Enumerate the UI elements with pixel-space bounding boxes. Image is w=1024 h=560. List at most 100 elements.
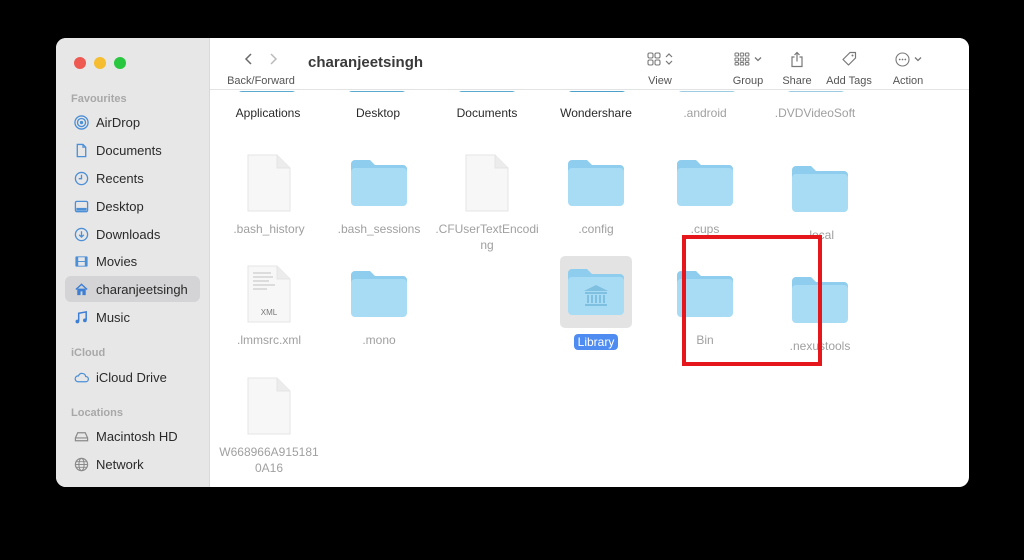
- file-name: .lmmsrc.xml: [237, 333, 301, 347]
- file-item-mono[interactable]: .mono: [324, 262, 434, 348]
- document-file-icon: [233, 374, 305, 438]
- sidebar-item-label: iCloud Drive: [96, 369, 167, 385]
- sidebar-item-movies[interactable]: Movies: [65, 248, 200, 274]
- document-file-icon: [451, 151, 523, 215]
- file-item-local[interactable]: .local: [765, 157, 875, 243]
- folder-icon: [784, 157, 856, 221]
- sidebar-item-label: Documents: [96, 142, 162, 158]
- minimize-button[interactable]: [94, 57, 106, 69]
- toolbar: Back/Forward charanjeetsingh View Group …: [210, 38, 969, 90]
- action-label: Action: [892, 75, 924, 87]
- airdrop-icon: [73, 114, 89, 130]
- folder-icon: [560, 151, 632, 215]
- group-grid-icon: [734, 52, 750, 66]
- sidebar-item-airdrop[interactable]: AirDrop: [65, 109, 200, 135]
- sidebar-item-label: Downloads: [96, 226, 161, 242]
- sidebar-item-label: AirDrop: [96, 114, 141, 130]
- folder-icon: [237, 91, 297, 92]
- folder-icon: [677, 91, 737, 92]
- back-forward-label: Back/Forward: [227, 75, 295, 87]
- share-button[interactable]: Share: [776, 38, 818, 90]
- file-item-dvdvideosoft[interactable]: .DVDVideoSoft: [760, 106, 870, 120]
- window-title: charanjeetsingh: [308, 54, 424, 71]
- grid-icon: [647, 52, 661, 66]
- folder-icon: [343, 151, 415, 215]
- download-icon: [73, 226, 89, 242]
- sidebar-item-label: charanjeetsingh: [96, 281, 188, 297]
- svg-text:XML: XML: [261, 308, 278, 317]
- chevron-right-icon[interactable]: [268, 52, 278, 66]
- sidebar-item-documents[interactable]: Documents: [65, 137, 200, 163]
- group-button[interactable]: Group: [728, 38, 768, 90]
- file-item-cfusertextencoding[interactable]: .CFUserTextEncoding: [432, 151, 542, 253]
- sidebar-item-downloads[interactable]: Downloads: [65, 221, 200, 247]
- add-tags-button[interactable]: Add Tags: [823, 38, 875, 90]
- file-item-cups[interactable]: .cups: [650, 151, 760, 237]
- traffic-lights: [74, 57, 126, 69]
- sidebar-section-icloud: iCloud: [71, 347, 106, 359]
- sidebar-item-macintosh-hd[interactable]: Macintosh HD: [65, 423, 200, 449]
- file-name: .config: [578, 222, 614, 236]
- sidebar-item-desktop[interactable]: Desktop: [65, 193, 200, 219]
- file-name: .mono: [362, 333, 396, 347]
- view-button[interactable]: View: [638, 38, 682, 90]
- file-name-selected: Library: [573, 334, 619, 350]
- film-icon: [73, 253, 89, 269]
- file-item-bash-history[interactable]: .bash_history: [214, 151, 324, 237]
- file-item-applications[interactable]: Applications: [213, 106, 323, 120]
- share-icon: [790, 51, 804, 68]
- file-name: W668966A9151810A16: [219, 445, 319, 475]
- folder-icon: [457, 91, 517, 92]
- sidebar-item-icloud-drive[interactable]: iCloud Drive: [65, 364, 200, 390]
- zoom-button[interactable]: [114, 57, 126, 69]
- file-item-lmmsrc-xml[interactable]: XML .lmmsrc.xml: [214, 262, 324, 348]
- file-grid: Applications Desktop Documents Wondersha…: [210, 91, 969, 487]
- close-button[interactable]: [74, 57, 86, 69]
- file-name: .bash_history: [233, 222, 305, 236]
- back-forward-control[interactable]: Back/Forward: [224, 38, 298, 90]
- document-file-icon: [233, 151, 305, 215]
- file-item-wondershare[interactable]: Wondershare: [541, 106, 651, 120]
- chevron-left-icon[interactable]: [244, 52, 254, 66]
- folder-icon: [786, 91, 846, 92]
- share-label: Share: [782, 75, 812, 87]
- home-icon: [73, 281, 89, 297]
- music-icon: [73, 309, 89, 325]
- sidebar-item-charanjeetsingh[interactable]: charanjeetsingh: [65, 276, 200, 302]
- sidebar-item-label: Music: [96, 309, 130, 325]
- sidebar-item-music[interactable]: Music: [65, 304, 200, 330]
- sidebar-item-recents[interactable]: Recents: [65, 165, 200, 191]
- xml-file-icon: XML: [233, 262, 305, 326]
- folder-icon: [347, 91, 407, 92]
- file-item-library[interactable]: Library: [541, 256, 651, 350]
- up-down-chevron-icon: [665, 52, 673, 66]
- sidebar-item-label: Movies: [96, 253, 138, 269]
- file-item-bash-sessions[interactable]: .bash_sessions: [324, 151, 434, 237]
- document-icon: [73, 142, 89, 158]
- chevron-down-icon: [754, 56, 762, 62]
- file-item-android[interactable]: .android: [650, 106, 760, 120]
- finder-window: Favourites AirDrop Documents Recents Des…: [56, 38, 969, 487]
- tag-icon: [841, 51, 857, 67]
- view-label: View: [648, 75, 672, 87]
- folder-icon: [669, 151, 741, 215]
- ellipsis-circle-icon: [894, 51, 910, 67]
- folder-icon: [567, 91, 627, 92]
- action-button[interactable]: Action: [886, 38, 930, 90]
- sidebar-item-label: Desktop: [96, 198, 144, 214]
- file-item-w668966a9151810a16[interactable]: W668966A9151810A16: [214, 374, 324, 476]
- file-item-documents[interactable]: Documents: [432, 106, 542, 120]
- add-tags-label: Add Tags: [826, 75, 872, 87]
- annotation-highlight-box: [682, 235, 822, 366]
- group-label: Group: [732, 75, 764, 87]
- sidebar-item-label: Recents: [96, 170, 144, 186]
- clock-icon: [73, 170, 89, 186]
- globe-icon: [73, 456, 89, 472]
- cloud-icon: [73, 369, 89, 385]
- sidebar-item-network[interactable]: Network: [65, 451, 200, 477]
- file-item-config[interactable]: .config: [541, 151, 651, 237]
- file-item-desktop[interactable]: Desktop: [323, 106, 433, 120]
- folder-icon: [343, 262, 415, 326]
- sidebar-section-locations: Locations: [71, 407, 123, 419]
- chevron-down-icon: [914, 56, 922, 62]
